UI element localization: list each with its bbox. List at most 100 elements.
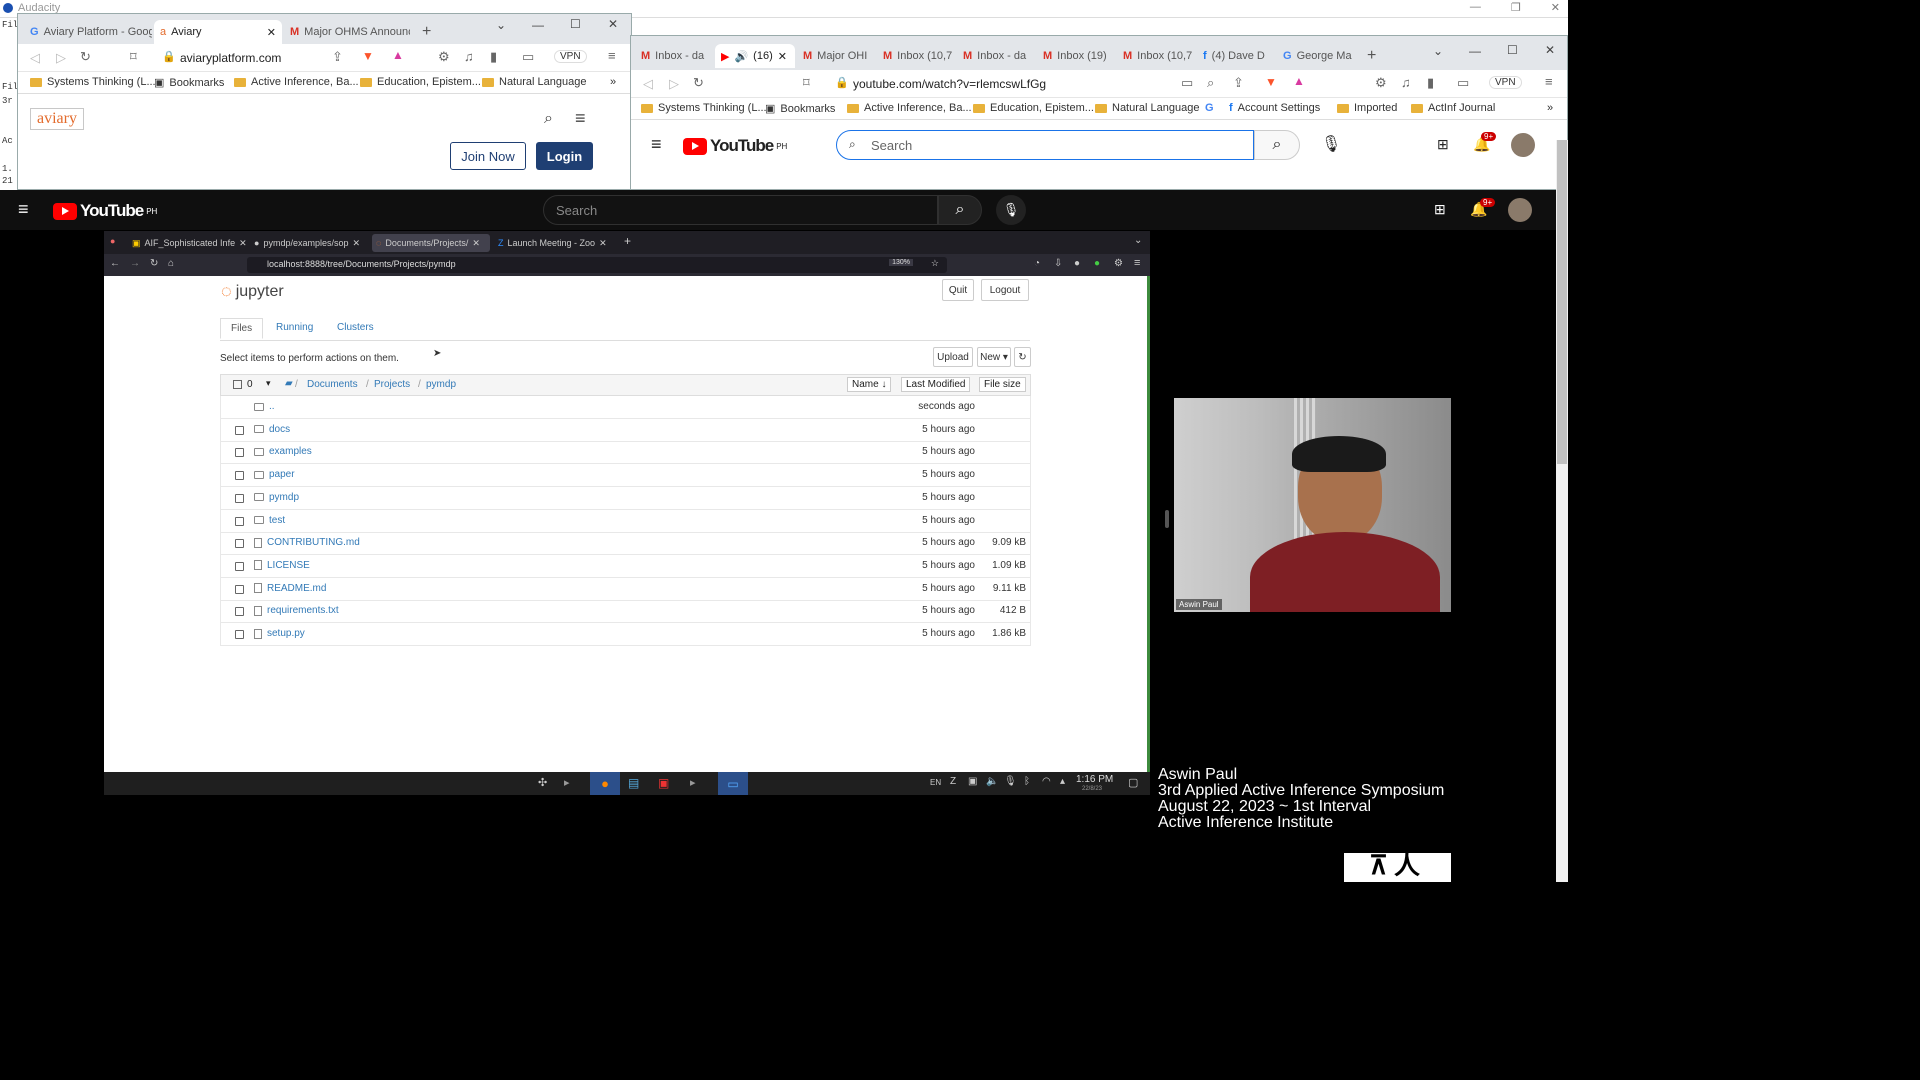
breadcrumb-documents[interactable]: Documents <box>307 379 358 390</box>
tab-jupyter[interactable]: ◌ Documents/Projects/✕ <box>372 234 490 252</box>
bookmark-item[interactable]: ActInf Journal <box>1411 102 1495 114</box>
search-icon[interactable]: ⌕ <box>544 110 553 128</box>
minimize-icon[interactable]: — <box>532 18 544 32</box>
taskbar-app-icon[interactable]: ▣ <box>658 776 669 790</box>
bookmark-item[interactable]: ▣ Bookmarks <box>765 102 835 116</box>
brave-rewards-icon[interactable]: ▲ <box>392 48 404 62</box>
star-icon[interactable]: ☆ <box>931 258 939 269</box>
row-checkbox[interactable] <box>235 493 244 503</box>
row-checkbox[interactable] <box>235 448 244 458</box>
microphone-icon[interactable]: 🎙 <box>1004 776 1017 787</box>
tab-aif[interactable]: ▣ AIF_Sophisticated Infe ✕ <box>128 234 246 252</box>
row-checkbox[interactable] <box>235 607 244 617</box>
table-row[interactable]: docs 5 hours ago <box>220 418 1031 442</box>
tab-gmail[interactable]: M Inbox (10,7 <box>877 44 957 68</box>
avatar[interactable] <box>1508 198 1532 222</box>
more-bookmarks-icon[interactable]: » <box>1547 102 1553 114</box>
scrollbar-thumb[interactable] <box>1557 140 1567 464</box>
zoom-level[interactable]: 130% <box>889 259 913 266</box>
new-tab-button[interactable]: + <box>416 20 437 44</box>
firefox-view-icon[interactable]: ● <box>110 236 115 246</box>
file-name-link[interactable]: paper <box>254 469 295 480</box>
pocket-icon[interactable]: ◔ <box>1034 258 1040 269</box>
close-tab-icon[interactable]: ✕ <box>599 238 607 249</box>
search-input[interactable]: ⌕ Search <box>836 130 1254 160</box>
file-name-link[interactable]: .. <box>254 401 275 412</box>
start-icon[interactable]: ✣ <box>538 776 547 789</box>
quit-button[interactable]: Quit <box>942 279 974 301</box>
tab-google[interactable]: G George Ma <box>1277 44 1357 68</box>
jupyter-logo[interactable]: ◌ jupyter <box>221 281 284 302</box>
aviary-logo[interactable]: aviary <box>30 108 84 130</box>
language-indicator[interactable]: EN <box>930 778 941 787</box>
address-bar[interactable]: aviaryplatform.com <box>180 51 281 65</box>
join-now-button[interactable]: Join Now <box>450 142 526 170</box>
bookmark-icon[interactable]: ⌑ <box>130 49 137 65</box>
tab-gmail[interactable]: M Inbox (19) <box>1037 44 1117 68</box>
close-tab-icon[interactable]: ✕ <box>778 50 787 63</box>
breadcrumb-pymdp[interactable]: pymdp <box>426 379 456 390</box>
cast-icon[interactable]: ▭ <box>1181 75 1193 91</box>
clock-time[interactable]: 1:16 PM <box>1076 774 1113 785</box>
file-name-link[interactable]: examples <box>254 446 312 457</box>
login-button[interactable]: Login <box>536 142 593 170</box>
bookmark-item[interactable]: G <box>1205 102 1214 114</box>
zoom-icon[interactable]: ⌕ <box>1207 75 1214 91</box>
account-icon[interactable]: ● <box>1074 258 1080 269</box>
sort-name-button[interactable]: Name ↓ <box>847 377 892 392</box>
refresh-button[interactable]: ↻ <box>1014 347 1031 367</box>
new-tab-button[interactable]: + <box>624 234 631 248</box>
select-dropdown-icon[interactable]: ▾ <box>266 378 271 389</box>
table-row[interactable]: .. seconds ago <box>220 396 1031 419</box>
file-name-link[interactable]: test <box>254 515 285 526</box>
wallet-icon[interactable]: ▭ <box>522 49 534 65</box>
bookmark-icon[interactable]: ⌑ <box>803 75 810 91</box>
tab-running[interactable]: Running <box>276 322 313 333</box>
row-checkbox[interactable] <box>235 471 244 481</box>
sort-modified-button[interactable]: Last Modified <box>901 377 971 392</box>
tab-github[interactable]: ● pymdp/examples/sop ✕ <box>250 234 368 252</box>
vpn-button[interactable]: VPN <box>1489 76 1522 89</box>
row-checkbox[interactable] <box>235 539 244 549</box>
youtube-logo[interactable]: YouTube PH <box>683 136 787 156</box>
tab-gmail[interactable]: M Major OHI <box>797 44 877 68</box>
row-checkbox[interactable] <box>235 516 244 526</box>
avatar[interactable] <box>1511 133 1535 157</box>
tab-files[interactable]: Files <box>220 318 264 339</box>
bookmark-item[interactable]: f Account Settings <box>1229 102 1320 114</box>
bookmark-item[interactable]: Systems Thinking (L... <box>30 76 156 88</box>
menu-icon[interactable]: ≡ <box>608 48 616 63</box>
extension-icon[interactable]: ● <box>1094 258 1100 269</box>
menu-icon[interactable]: ≡ <box>1134 257 1140 269</box>
file-name-link[interactable]: setup.py <box>254 628 305 639</box>
table-row[interactable]: examples 5 hours ago <box>220 441 1031 465</box>
tab-facebook[interactable]: f (4) Dave D <box>1197 44 1277 68</box>
extensions-icon[interactable]: ⚙ <box>438 49 450 65</box>
hamburger-menu-icon[interactable]: ≡ <box>575 108 586 129</box>
file-explorer-icon[interactable]: ▤ <box>628 776 639 790</box>
search-button[interactable]: ⌕ <box>938 195 982 225</box>
close-tab-icon[interactable]: ✕ <box>472 238 480 249</box>
tab-search-icon[interactable]: ⌄ <box>1433 44 1443 58</box>
close-icon[interactable]: ✕ <box>1545 43 1555 57</box>
tab-aviary-platform[interactable]: G Aviary Platform - Goog <box>24 20 152 44</box>
maximize-icon[interactable]: ☐ <box>570 17 581 31</box>
bookmark-item[interactable]: Active Inference, Ba... <box>847 102 972 114</box>
share-icon[interactable]: ⇪ <box>1233 75 1244 91</box>
volume-icon[interactable]: 🔈 <box>986 776 998 787</box>
create-video-icon[interactable]: ⊞ <box>1434 201 1446 218</box>
hamburger-menu-icon[interactable]: ≡ <box>651 134 662 155</box>
new-tab-button[interactable]: + <box>1361 44 1382 68</box>
file-name-link[interactable]: pymdp <box>254 492 299 503</box>
restore-icon[interactable]: ❐ <box>1511 1 1521 14</box>
reload-icon[interactable]: ↻ <box>150 258 158 269</box>
table-row[interactable]: README.md 5 hours ago 9.11 kB <box>220 577 1031 601</box>
close-icon[interactable]: ✕ <box>1551 1 1560 14</box>
list-tabs-icon[interactable]: ⌄ <box>1134 235 1142 246</box>
media-icon[interactable]: ♫ <box>464 49 474 64</box>
address-bar[interactable]: youtube.com/watch?v=rlemcswLfGg <box>853 77 1046 91</box>
sidebar-icon[interactable]: ▮ <box>1427 75 1434 91</box>
taskbar-app-icon[interactable]: ▸ <box>564 776 570 789</box>
brave-shield-icon[interactable]: ▼ <box>1265 75 1277 89</box>
tab-major-ohms[interactable]: M Major OHMS Announc <box>284 20 410 44</box>
